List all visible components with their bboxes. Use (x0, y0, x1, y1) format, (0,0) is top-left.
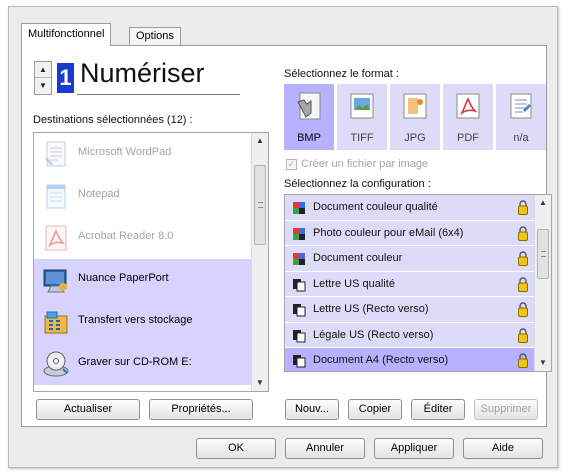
properties-button[interactable]: Propriétés... (149, 399, 253, 420)
edit-configuration-button[interactable]: Éditer (411, 399, 465, 420)
scroll-up-icon[interactable]: ▲ (535, 195, 551, 211)
list-item[interactable]: Lettre US qualité (285, 271, 535, 297)
lock-icon (518, 353, 528, 368)
storage-icon (44, 311, 68, 334)
configuration-heading: Sélectionnez la configuration : (284, 178, 431, 190)
destination-label: Transfert vers stockage (78, 314, 193, 326)
list-item[interactable]: Document A4 (Recto verso) (285, 348, 535, 371)
configuration-label: Légale US (Recto verso) (313, 328, 434, 341)
list-item[interactable]: Photo couleur pour eMail (6x4) (285, 220, 535, 246)
one-file-per-image-checkbox[interactable]: ✓ (286, 158, 297, 170)
notepad-icon (46, 184, 66, 209)
spinner-up-icon[interactable]: ▲ (35, 62, 51, 78)
destinations-scrollbar[interactable]: ▲ ▼ (251, 133, 268, 391)
paperport-icon (43, 269, 67, 293)
configuration-scrollbar[interactable]: ▲ ▼ (534, 195, 551, 371)
tiff-icon (350, 93, 374, 119)
color-document-icon (293, 253, 305, 265)
format-bmp[interactable]: BMP (284, 84, 334, 150)
tab-multifonctionnel[interactable]: Multifonctionnel (21, 23, 112, 46)
lock-icon (518, 225, 528, 241)
format-label: PDF (457, 132, 479, 144)
destination-label: Notepad (78, 188, 120, 200)
bw-document-icon (293, 278, 306, 291)
configuration-label: Document couleur qualité (313, 201, 438, 213)
format-na[interactable]: n/a (496, 84, 546, 150)
format-label: BMP (297, 132, 321, 144)
format-jpg[interactable]: JPG (390, 84, 440, 150)
delete-configuration-button[interactable]: Supprimer (474, 399, 538, 420)
scrollbar-thumb[interactable] (254, 165, 266, 245)
spinner-down-icon[interactable]: ▼ (35, 78, 51, 94)
format-label: JPG (404, 132, 426, 144)
configuration-list[interactable]: Document couleur qualité Photo couleur p… (284, 194, 552, 372)
ok-button[interactable]: OK (196, 438, 276, 459)
scroll-down-icon[interactable]: ▼ (252, 375, 268, 391)
refresh-button[interactable]: Actualiser (36, 399, 140, 420)
lock-icon (518, 200, 528, 215)
list-item[interactable]: Document couleur (285, 246, 535, 272)
list-item[interactable]: Notepad (34, 175, 252, 217)
lock-icon (518, 251, 528, 266)
apply-button[interactable]: Appliquer (374, 438, 454, 459)
destinations-list[interactable]: Microsoft WordPad Notepad Acrobat Reader… (33, 132, 269, 392)
list-item[interactable]: Légale US (Recto verso) (285, 322, 535, 348)
scan-number-spinner[interactable]: ▲ ▼ (34, 61, 52, 95)
configuration-label: Document A4 (Recto verso) (313, 354, 449, 366)
copy-configuration-button[interactable]: Copier (348, 399, 402, 420)
color-photo-icon (293, 227, 305, 240)
properties-dialog: Multifonctionnel Options ▲ ▼ 1 Numériser… (8, 6, 558, 468)
tab-options[interactable]: Options (129, 27, 181, 45)
configuration-label: Lettre US qualité (313, 277, 395, 290)
scroll-down-icon[interactable]: ▼ (535, 355, 551, 371)
acrobat-icon (45, 225, 67, 251)
bmp-icon (297, 92, 321, 120)
destination-label: Microsoft WordPad (78, 146, 172, 158)
scan-name-underline (77, 94, 240, 95)
checkbox-label: Créer un fichier par image (301, 158, 429, 170)
help-button[interactable]: Aide (463, 438, 543, 459)
bw-document-icon (293, 329, 306, 342)
list-item[interactable]: Graver sur CD-ROM E: (34, 343, 252, 385)
scroll-up-icon[interactable]: ▲ (252, 133, 268, 149)
list-item[interactable]: Transfert vers stockage (34, 301, 252, 343)
format-label: n/a (513, 132, 529, 144)
lock-icon (518, 276, 528, 292)
configuration-label: Lettre US (Recto verso) (313, 303, 429, 315)
format-label: TIFF (350, 132, 374, 144)
configuration-label: Document couleur (313, 252, 403, 264)
bw-document-icon (293, 304, 306, 317)
lock-icon (518, 302, 528, 317)
bw-document-icon (293, 355, 306, 368)
format-tiff[interactable]: TIFF (337, 84, 387, 150)
new-configuration-button[interactable]: Nouv... (285, 399, 339, 420)
destination-label: Nuance PaperPort (78, 272, 169, 284)
list-item[interactable]: Microsoft WordPad (34, 133, 252, 175)
pdf-icon (456, 93, 480, 119)
configuration-label: Photo couleur pour eMail (6x4) (313, 226, 464, 239)
list-item[interactable]: Nuance PaperPort (34, 259, 252, 301)
wordpad-icon (45, 141, 66, 167)
list-item[interactable]: Lettre US (Recto verso) (285, 297, 535, 323)
list-item[interactable]: Document couleur qualité (285, 195, 535, 221)
color-document-icon (293, 202, 305, 214)
destinations-heading: Destinations sélectionnées (12) : (33, 114, 193, 126)
text-icon (510, 93, 532, 119)
scan-button-name: Numériser (80, 58, 205, 88)
destination-label: Acrobat Reader 8.0 (78, 230, 174, 242)
lock-icon (518, 327, 528, 343)
destination-label: Graver sur CD-ROM E: (78, 356, 192, 368)
list-item[interactable]: Acrobat Reader 8.0 (34, 217, 252, 259)
tab-panel: ▲ ▼ 1 Numériser Destinations sélectionné… (21, 45, 552, 427)
cd-burn-icon (43, 351, 69, 377)
scrollbar-thumb[interactable] (537, 229, 549, 279)
format-selector[interactable]: BMP TIFF JPG PDF n/a (284, 84, 548, 150)
format-heading: Sélectionnez le format : (284, 68, 399, 80)
one-file-per-image-option[interactable]: ✓ Créer un fichier par image (286, 158, 428, 170)
format-pdf[interactable]: PDF (443, 84, 493, 150)
cancel-button[interactable]: Annuler (285, 438, 365, 459)
jpg-icon (403, 93, 427, 119)
scan-number-display: 1 (57, 63, 74, 93)
